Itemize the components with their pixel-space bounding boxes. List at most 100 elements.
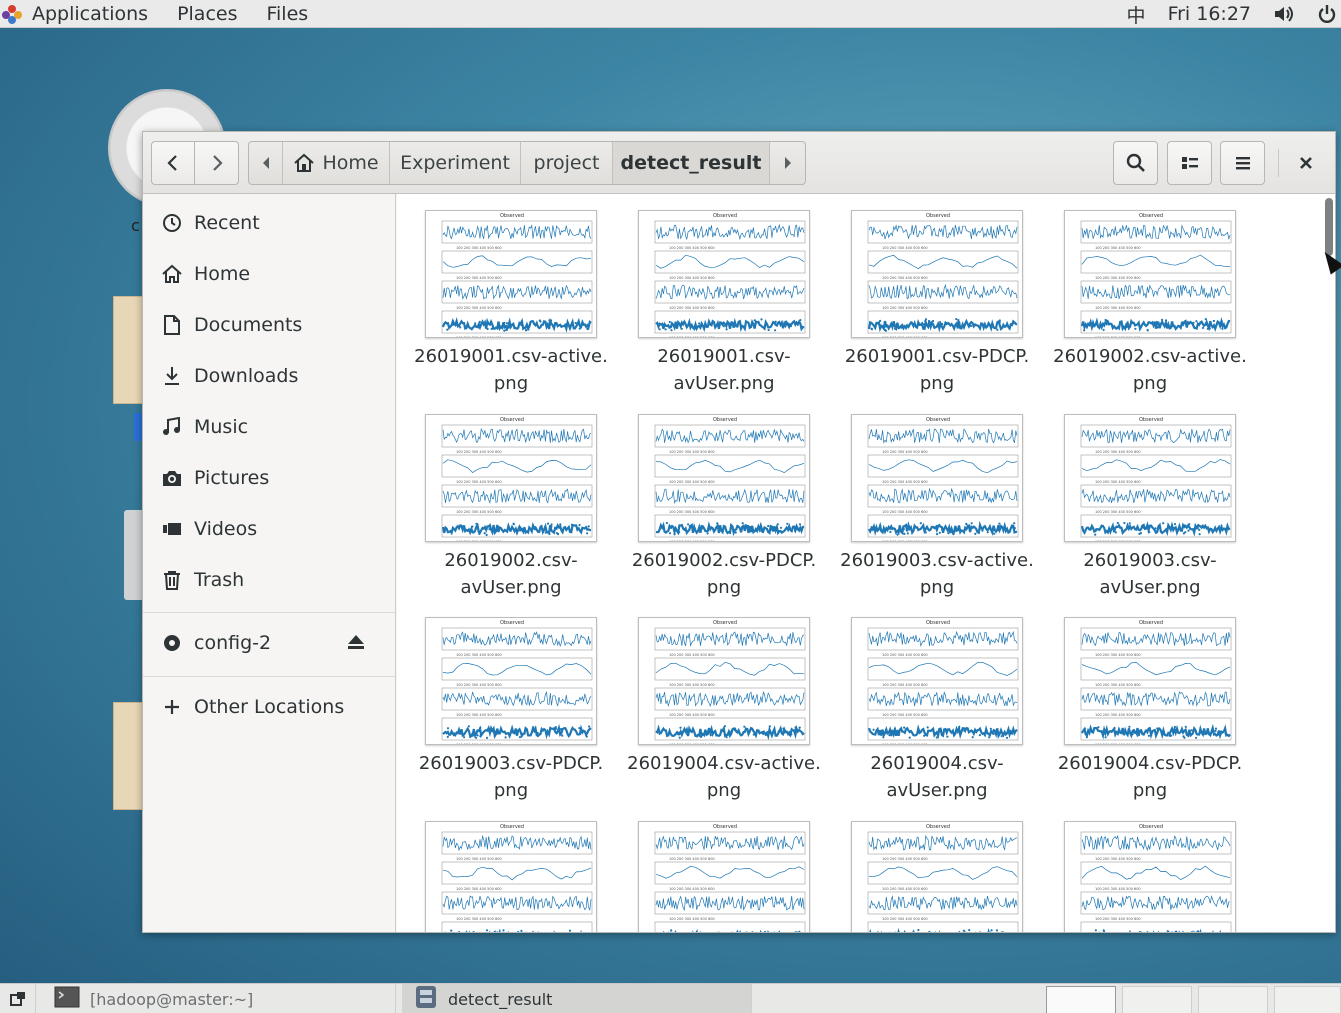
eject-icon[interactable] bbox=[346, 632, 366, 657]
path-segment-detect-result[interactable]: detect_result bbox=[613, 142, 770, 184]
file-item[interactable]: Observed 100 200 300 400 500 600 100 200 3… bbox=[1050, 414, 1250, 601]
sidebar-item-trash[interactable]: Trash bbox=[143, 557, 395, 603]
file-icon-view[interactable]: Observed 100 200 300 400 500 600 100 200 3… bbox=[397, 194, 1335, 932]
sidebar-item-config-2[interactable]: config-2 bbox=[143, 620, 395, 666]
video-icon bbox=[161, 518, 183, 540]
svg-text:100 200 300 400 500: 100 200 300 400 500 600 bbox=[1095, 510, 1141, 514]
file-item[interactable]: Observed 100 200 300 400 500 600 100 200 3… bbox=[624, 617, 824, 804]
close-button[interactable] bbox=[1286, 141, 1326, 185]
sidebar-item-downloads[interactable]: Downloads bbox=[143, 353, 395, 399]
svg-text:100 200 300 400 500: 100 200 300 400 500 600 bbox=[456, 743, 502, 745]
places-menu[interactable]: Places bbox=[177, 0, 266, 28]
file-item[interactable]: Observed 100 200 300 400 500 600 100 200 3… bbox=[837, 821, 1037, 932]
svg-text:100 200 300 400 500: 100 200 300 400 500 600 bbox=[882, 480, 928, 484]
file-item[interactable]: Observed 100 200 300 400 500 600 100 200 3… bbox=[1050, 617, 1250, 804]
svg-text:100 200 300 400 500: 100 200 300 400 500 600 bbox=[456, 713, 502, 717]
taskbar-files[interactable]: detect_result bbox=[402, 984, 752, 1013]
places-sidebar: Recent Home Documents Downloads Music Pi… bbox=[143, 194, 396, 932]
svg-text:Observed: Observed bbox=[1139, 213, 1163, 219]
sidebar-item-recent[interactable]: Recent bbox=[143, 200, 395, 246]
workspace-2[interactable] bbox=[1122, 986, 1192, 1013]
file-item[interactable]: Observed 100 200 300 400 500 600 100 200 3… bbox=[411, 617, 611, 804]
sidebar-item-videos[interactable]: Videos bbox=[143, 506, 395, 552]
svg-text:100 200 300 400 500: 100 200 300 400 500 600 bbox=[882, 510, 928, 514]
svg-text:100 200 300 400 500: 100 200 300 400 500 600 bbox=[1095, 713, 1141, 717]
sidebar-item-label: Videos bbox=[194, 518, 258, 540]
image-thumbnail: Observed 100 200 300 400 500 600 100 200 3… bbox=[1064, 617, 1236, 745]
svg-text:Observed: Observed bbox=[926, 824, 950, 830]
workspace-4[interactable] bbox=[1274, 986, 1341, 1013]
sidebar-item-documents[interactable]: Documents bbox=[143, 302, 395, 348]
clock[interactable]: Fri 16:27 bbox=[1168, 0, 1251, 28]
desktop-folder-icon[interactable] bbox=[113, 702, 143, 810]
svg-text:Observed: Observed bbox=[926, 620, 950, 626]
files-menu[interactable]: Files bbox=[266, 0, 337, 28]
show-desktop-button[interactable] bbox=[0, 984, 36, 1013]
svg-text:100 200 300 400 500: 100 200 300 400 500 600 bbox=[882, 917, 928, 921]
file-item[interactable]: Observed 100 200 300 400 500 600 100 200 3… bbox=[837, 210, 1037, 397]
path-segment-experiment[interactable]: Experiment bbox=[390, 142, 521, 184]
file-item[interactable]: Observed 100 200 300 400 500 600 100 200 3… bbox=[411, 210, 611, 397]
header-bar: Home Experiment project detect_result bbox=[143, 132, 1335, 194]
file-name-label: 26019003.csv-PDCP. png bbox=[411, 750, 611, 804]
forward-button[interactable] bbox=[194, 141, 239, 185]
desktop-folder-icon[interactable] bbox=[113, 296, 143, 404]
sidebar-item-label: Documents bbox=[194, 314, 303, 336]
svg-text:100 200 300 400 500: 100 200 300 400 500 600 bbox=[456, 246, 502, 250]
svg-text:100 200 300 400 500: 100 200 300 400 500 600 bbox=[1095, 540, 1141, 542]
svg-text:100 200 300 400 500: 100 200 300 400 500 600 bbox=[456, 857, 502, 861]
search-button[interactable] bbox=[1113, 141, 1158, 185]
svg-text:Observed: Observed bbox=[926, 213, 950, 219]
file-item[interactable]: Observed 100 200 300 400 500 600 100 200 3… bbox=[411, 414, 611, 601]
taskbar-terminal[interactable]: [hadoop@master:~] bbox=[44, 984, 396, 1013]
menu-button[interactable] bbox=[1220, 141, 1265, 185]
path-scroll-right-button[interactable] bbox=[770, 142, 805, 184]
file-item[interactable]: Observed 100 200 300 400 500 600 100 200 3… bbox=[624, 210, 824, 397]
file-item[interactable]: Observed 100 200 300 400 500 600 100 200 3… bbox=[624, 414, 824, 601]
view-mode-button[interactable] bbox=[1167, 141, 1212, 185]
workspace-1[interactable] bbox=[1046, 986, 1116, 1013]
svg-text:100 200 300 400 500: 100 200 300 400 500 600 bbox=[456, 683, 502, 687]
home-icon bbox=[161, 263, 183, 285]
svg-text:100 200 300 400 500: 100 200 300 400 500 600 bbox=[669, 683, 715, 687]
svg-text:100 200 300 400 500: 100 200 300 400 500 600 bbox=[456, 450, 502, 454]
path-segment-project[interactable]: project bbox=[521, 142, 613, 184]
file-item[interactable]: Observed 100 200 300 400 500 600 100 200 3… bbox=[837, 414, 1037, 601]
file-name-label: 26019003.csv-active. png bbox=[837, 547, 1037, 601]
applications-menu[interactable]: Applications bbox=[0, 0, 177, 28]
svg-text:100 200 300 400 500: 100 200 300 400 500 600 bbox=[1095, 480, 1141, 484]
sidebar-item-home[interactable]: Home bbox=[143, 251, 395, 297]
sidebar-item-label: Other Locations bbox=[194, 696, 345, 718]
files-label: Files bbox=[266, 2, 309, 25]
close-icon bbox=[1300, 157, 1312, 169]
power-icon[interactable] bbox=[1317, 0, 1337, 28]
sidebar-item-music[interactable]: Music bbox=[143, 404, 395, 450]
file-item[interactable]: Observed 100 200 300 400 500 600 100 200 3… bbox=[411, 821, 611, 932]
sidebar-item-pictures[interactable]: Pictures bbox=[143, 455, 395, 501]
volume-icon[interactable] bbox=[1273, 0, 1295, 28]
path-scroll-left-button[interactable] bbox=[249, 142, 283, 184]
image-thumbnail: Observed 100 200 300 400 500 600 100 200 3… bbox=[851, 414, 1023, 542]
svg-text:100 200 300 400 500: 100 200 300 400 500 600 bbox=[1095, 246, 1141, 250]
svg-text:100 200 300 400 500: 100 200 300 400 500 600 bbox=[456, 917, 502, 921]
disc-icon bbox=[161, 632, 183, 654]
file-item[interactable]: Observed 100 200 300 400 500 600 100 200 3… bbox=[1050, 821, 1250, 932]
file-item[interactable]: Observed 100 200 300 400 500 600 100 200 3… bbox=[837, 617, 1037, 804]
svg-text:Observed: Observed bbox=[1139, 417, 1163, 423]
svg-text:100 200 300 400 500: 100 200 300 400 500 600 bbox=[669, 653, 715, 657]
workspace-3[interactable] bbox=[1198, 986, 1268, 1013]
sidebar-item-other-locations[interactable]: Other Locations bbox=[143, 684, 395, 730]
file-item[interactable]: Observed 100 200 300 400 500 600 100 200 3… bbox=[1050, 210, 1250, 397]
image-thumbnail: Observed 100 200 300 400 500 600 100 200 3… bbox=[425, 414, 597, 542]
triangle-left-icon bbox=[262, 157, 269, 169]
svg-text:Observed: Observed bbox=[500, 417, 524, 423]
svg-text:100 200 300 400 500: 100 200 300 400 500 600 bbox=[456, 887, 502, 891]
svg-text:100 200 300 400 500: 100 200 300 400 500 600 bbox=[669, 857, 715, 861]
back-button[interactable] bbox=[151, 141, 195, 185]
sidebar-item-label: Downloads bbox=[194, 365, 299, 387]
input-method-indicator[interactable]: 中 bbox=[1127, 0, 1146, 28]
file-item[interactable]: Observed 100 200 300 400 500 600 100 200 3… bbox=[624, 821, 824, 932]
path-segment-home[interactable]: Home bbox=[283, 142, 390, 184]
svg-text:Observed: Observed bbox=[500, 213, 524, 219]
svg-text:100 200 300 400 500: 100 200 300 400 500 600 bbox=[1095, 857, 1141, 861]
